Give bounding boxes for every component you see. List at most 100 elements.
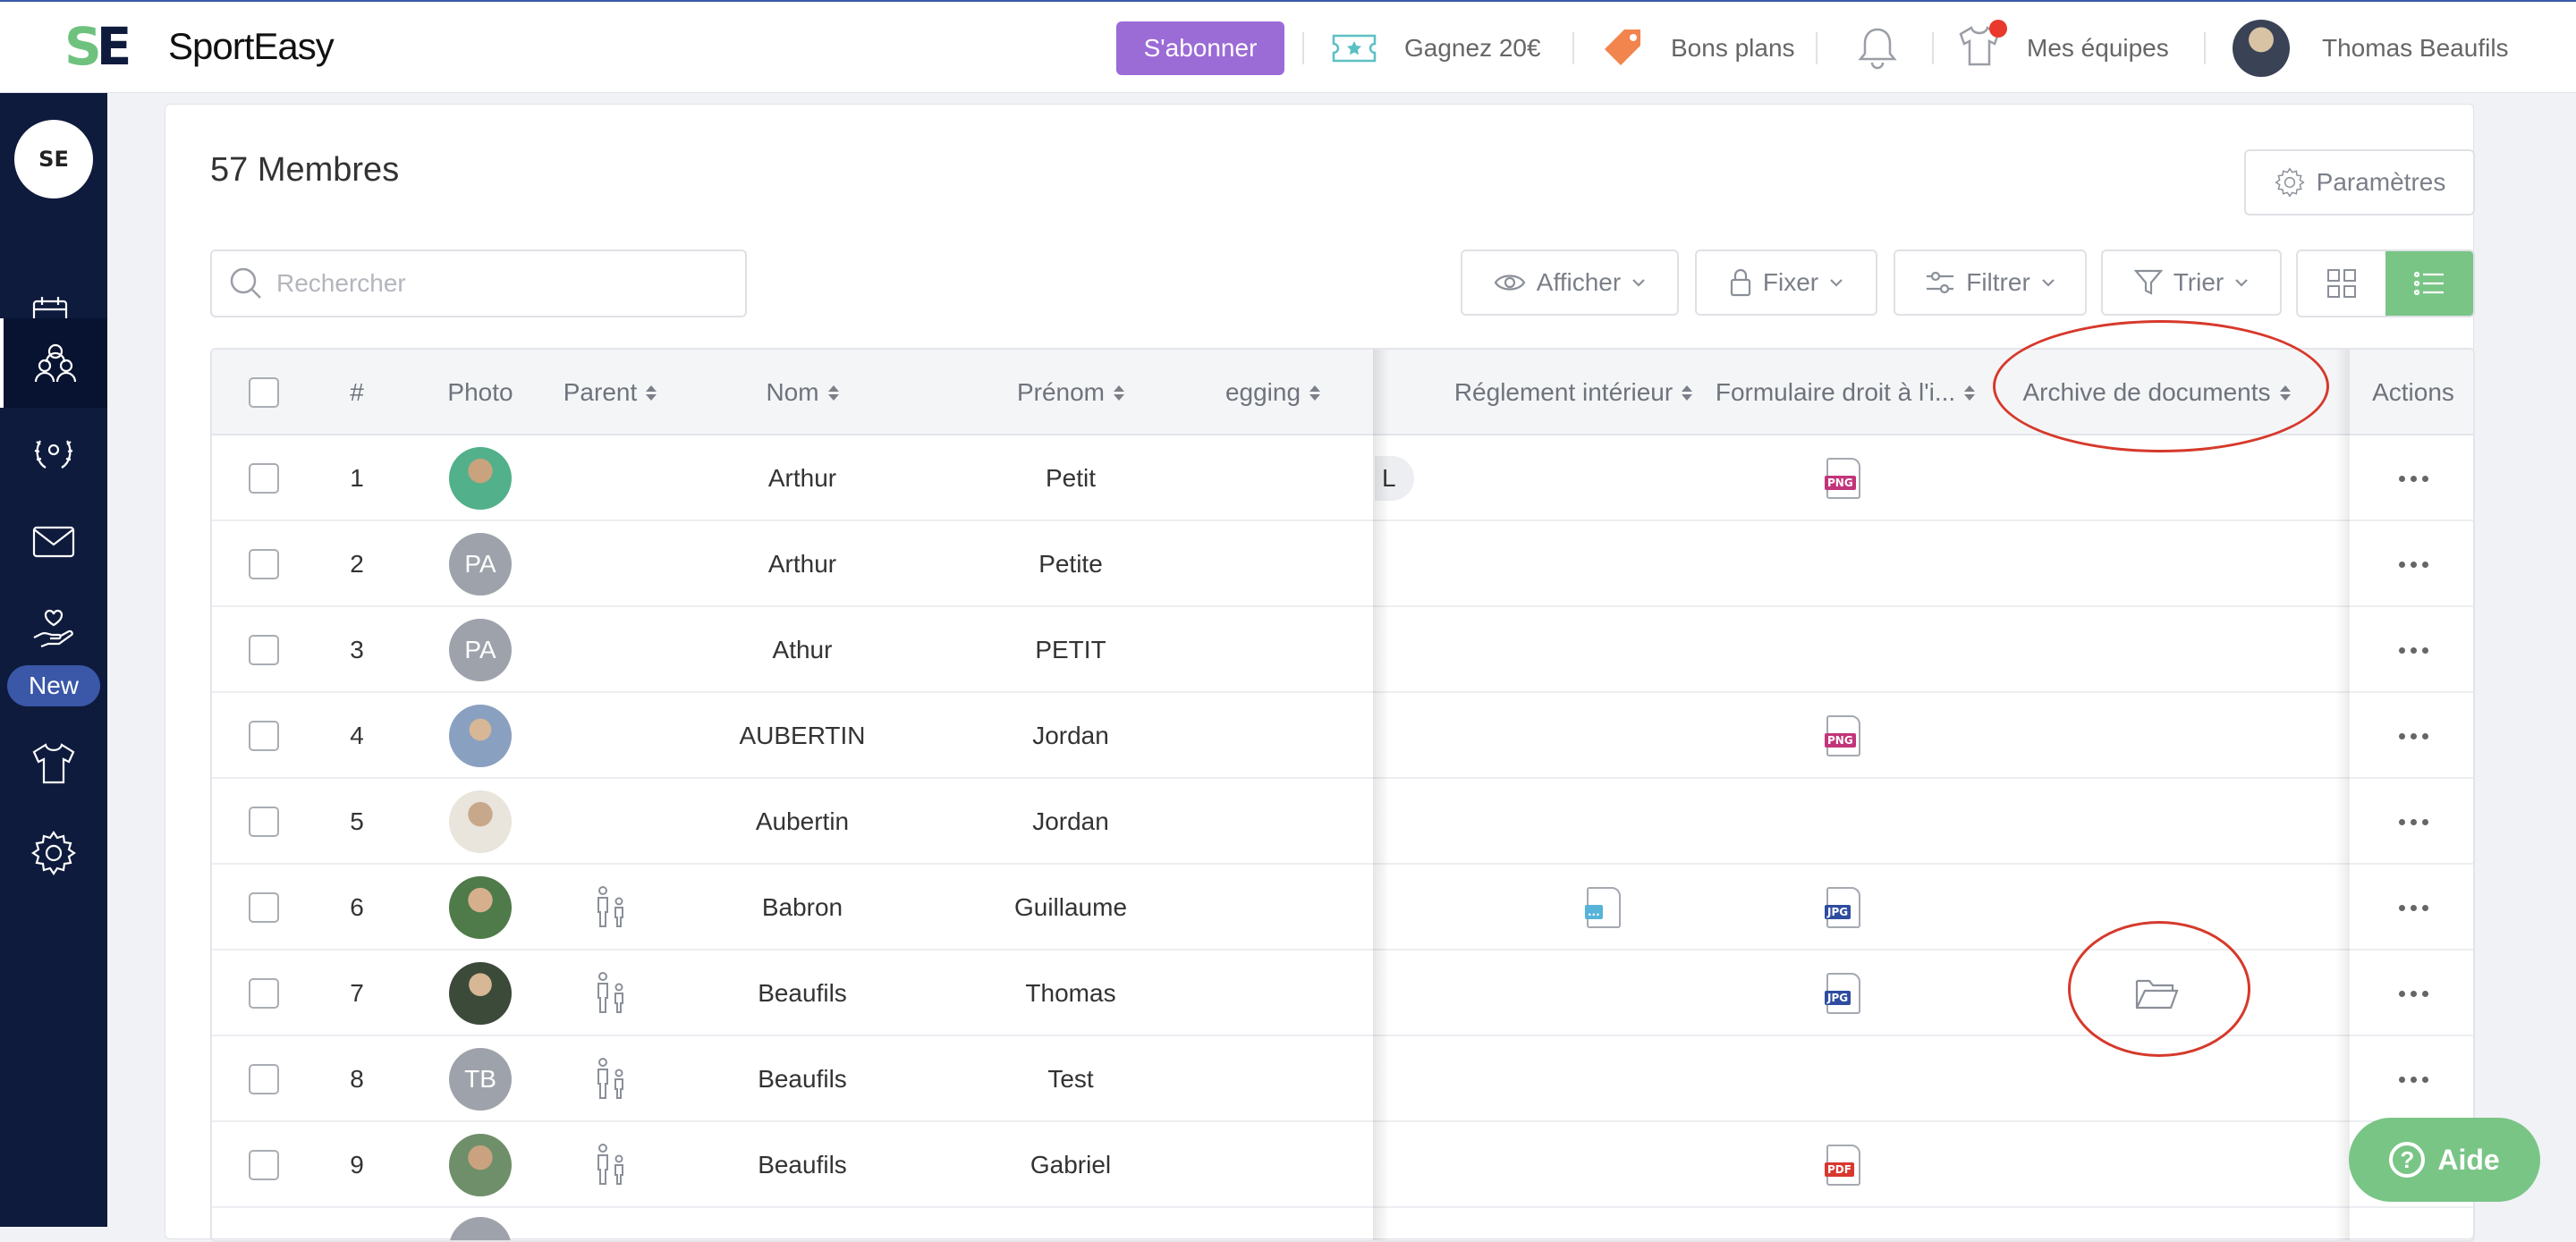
parent-child-icon[interactable] — [592, 885, 628, 930]
document-file-icon[interactable]: PNG — [1825, 715, 1860, 756]
avatar[interactable]: PA — [449, 533, 512, 596]
first-name: Jordan — [1032, 722, 1109, 749]
last-name: Beaufils — [758, 979, 847, 1007]
filter-dropdown[interactable]: Filtrer — [1894, 249, 2087, 316]
col-partial[interactable]: egging — [1210, 350, 1335, 435]
sidebar-item-members[interactable] — [0, 318, 107, 408]
table-row[interactable]: 5 Aubertin Jordan — [212, 779, 2473, 865]
select-all-checkbox-cell — [212, 350, 316, 435]
lock-icon — [1730, 268, 1750, 297]
divider — [1816, 32, 1818, 64]
col-firstname[interactable]: Prénom — [981, 350, 1160, 435]
row-checkbox[interactable] — [249, 807, 279, 837]
avatar[interactable] — [449, 790, 512, 853]
row-checkbox[interactable] — [249, 978, 279, 1009]
row-checkbox[interactable] — [249, 892, 279, 923]
parent-child-icon[interactable] — [592, 1143, 628, 1187]
more-actions-icon[interactable] — [2398, 1076, 2428, 1083]
avatar[interactable]: PA — [449, 619, 512, 681]
search-box[interactable] — [210, 249, 747, 317]
image-rights-cell: PNG — [1808, 435, 1879, 521]
row-checkbox-cell — [212, 779, 316, 865]
rules-cell: ... — [1568, 865, 1640, 951]
table-row[interactable]: 2 PA Arthur Petite — [212, 521, 2473, 607]
row-checkbox[interactable] — [249, 721, 279, 751]
avatar[interactable]: TB — [449, 1048, 512, 1111]
deals-link[interactable]: Bons plans — [1601, 2, 1795, 95]
row-number: 2 — [350, 550, 364, 578]
sort-dropdown[interactable]: Trier — [2101, 249, 2282, 316]
col-rules[interactable]: Réglement intérieur — [1448, 350, 1699, 435]
search-input[interactable] — [276, 269, 724, 298]
grid-view-button[interactable] — [2298, 251, 2385, 316]
avatar[interactable] — [449, 705, 512, 767]
col-image-rights[interactable]: Formulaire droit à l'i... — [1711, 350, 1979, 435]
more-actions-icon[interactable] — [2398, 732, 2428, 739]
document-file-icon[interactable]: PNG — [1825, 458, 1860, 499]
subscribe-button[interactable]: S'abonner — [1116, 21, 1284, 75]
more-actions-icon[interactable] — [2398, 646, 2428, 654]
parent-child-icon[interactable] — [592, 1057, 628, 1102]
sidebar-item-messages[interactable] — [0, 497, 107, 587]
col-image-rights-label: Formulaire droit à l'i... — [1715, 378, 1956, 406]
table-row[interactable]: 3 PA Athur PETIT — [212, 607, 2473, 693]
settings-button[interactable]: Paramètres — [2244, 149, 2475, 215]
more-actions-icon[interactable] — [2398, 818, 2428, 825]
sidebar-item-fundraising[interactable] — [0, 585, 107, 674]
notifications-button[interactable] — [1857, 2, 1898, 95]
col-parent-label: Parent — [563, 378, 638, 406]
last-name: Athur — [772, 636, 833, 663]
row-checkbox-cell — [212, 951, 316, 1036]
list-view-button[interactable] — [2385, 251, 2473, 316]
document-file-icon[interactable]: PDF — [1825, 1145, 1860, 1186]
row-checkbox[interactable] — [249, 549, 279, 579]
club-logo[interactable]: SE — [14, 120, 93, 199]
image-rights-cell: JPG — [1808, 865, 1879, 951]
table-row[interactable]: 4 AUBERTIN Jordan PNG — [212, 693, 2473, 779]
help-button[interactable]: ? Aide — [2349, 1118, 2540, 1202]
sidebar-item-competitions[interactable] — [0, 408, 107, 497]
row-checkbox[interactable] — [249, 1150, 279, 1180]
sort-icon — [1964, 384, 1976, 401]
parent-cell — [561, 865, 659, 951]
row-checkbox[interactable] — [249, 635, 279, 665]
sidebar-item-teams[interactable] — [0, 719, 107, 808]
document-file-icon[interactable]: JPG — [1825, 973, 1860, 1014]
avatar[interactable] — [449, 962, 512, 1025]
more-actions-icon[interactable] — [2398, 475, 2428, 482]
more-actions-icon[interactable] — [2398, 904, 2428, 911]
row-checkbox[interactable] — [249, 1064, 279, 1094]
sidebar-item-settings[interactable] — [0, 808, 107, 898]
col-lastname[interactable]: Nom — [713, 350, 892, 435]
table-row[interactable] — [212, 1208, 2473, 1240]
brand-logo[interactable]: SE SportEasy — [64, 21, 335, 72]
jersey-icon — [32, 743, 75, 784]
row-checkbox-cell — [212, 693, 316, 779]
photo-cell — [427, 1122, 534, 1208]
col-rules-label: Réglement intérieur — [1453, 378, 1674, 406]
more-actions-icon[interactable] — [2398, 561, 2428, 568]
photo-cell — [427, 435, 534, 521]
row-checkbox[interactable] — [249, 463, 279, 494]
deals-label: Bons plans — [1671, 34, 1795, 62]
pin-dropdown[interactable]: Fixer — [1695, 249, 1877, 316]
divider — [1302, 32, 1304, 64]
col-parent[interactable]: Parent — [543, 350, 677, 435]
earn-link[interactable]: Gagnez 20€ — [1331, 2, 1541, 95]
more-actions-icon[interactable] — [2398, 990, 2428, 997]
avatar[interactable] — [449, 1134, 512, 1196]
user-menu[interactable]: Thomas Beaufils — [2233, 2, 2509, 95]
avatar[interactable] — [449, 447, 512, 510]
page-title: 57 Membres — [210, 151, 400, 189]
avatar[interactable] — [449, 1217, 512, 1240]
select-all-checkbox[interactable] — [249, 377, 279, 408]
show-dropdown[interactable]: Afficher — [1461, 249, 1679, 316]
parent-child-icon[interactable] — [592, 971, 628, 1016]
document-file-icon[interactable]: JPG — [1825, 887, 1860, 928]
document-file-icon[interactable]: ... — [1585, 887, 1621, 928]
avatar[interactable] — [449, 876, 512, 939]
table-row[interactable]: 9 Beaufils Gabriel PDF — [212, 1122, 2473, 1208]
my-teams-link[interactable]: Mes équipes — [1957, 2, 2169, 95]
filter-label: Filtrer — [1966, 268, 2030, 296]
photo-cell — [427, 951, 534, 1036]
